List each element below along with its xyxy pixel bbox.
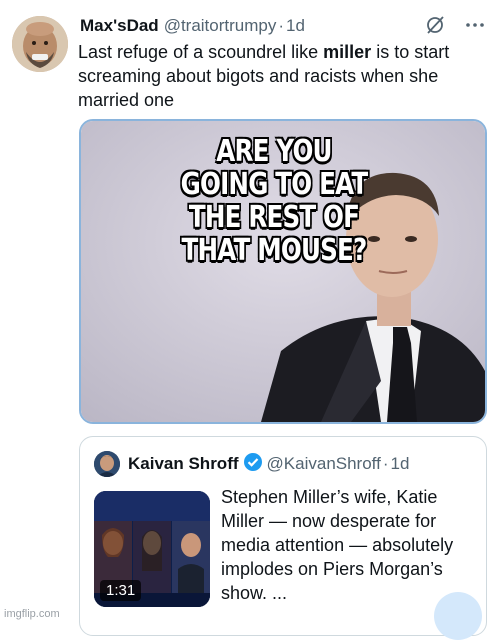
video-duration: 1:31 xyxy=(100,580,142,601)
tweet-text: Last refuge of a scoundrel like miller i… xyxy=(78,40,488,112)
more-icon[interactable] xyxy=(464,14,486,41)
quoted-tweet-header: Kaivan Shroff @KaivanShroff · 1d xyxy=(94,451,409,477)
tweet-image[interactable]: ARE YOU GOING TO EAT THE REST OF THAT MO… xyxy=(79,119,487,424)
quoted-tweet[interactable]: Kaivan Shroff @KaivanShroff · 1d 1:31 St… xyxy=(79,436,487,636)
quoted-author-avatar[interactable] xyxy=(94,451,120,477)
verified-badge-icon xyxy=(243,452,263,477)
tweet-text-start: Last refuge of a scoundrel like xyxy=(78,42,324,62)
tweet[interactable]: Max'sDad @traitortrumpy · 1d Last refuge… xyxy=(0,0,500,640)
grok-icon[interactable] xyxy=(424,14,446,41)
author-handle[interactable]: @traitortrumpy xyxy=(164,16,277,36)
meme-caption: ARE YOU GOING TO EAT THE REST OF THAT MO… xyxy=(180,134,369,268)
quoted-timestamp[interactable]: 1d xyxy=(391,454,410,474)
quoted-author-handle[interactable]: @KaivanShroff xyxy=(267,454,381,474)
author-avatar[interactable] xyxy=(12,16,68,72)
video-thumbnail[interactable]: 1:31 xyxy=(94,491,210,607)
tweet-text-bold: miller xyxy=(323,42,372,62)
quoted-tweet-text: Stephen Miller’s wife, Katie Miller — no… xyxy=(221,487,454,603)
quoted-author-name[interactable]: Kaivan Shroff xyxy=(128,454,239,474)
timestamp[interactable]: 1d xyxy=(286,16,305,36)
quoted-separator: · xyxy=(382,454,389,473)
separator: · xyxy=(278,16,285,35)
floating-action-button[interactable] xyxy=(434,592,482,640)
tweet-header: Max'sDad @traitortrumpy · 1d xyxy=(80,14,486,38)
watermark: imgflip.com xyxy=(4,608,60,620)
author-name[interactable]: Max'sDad xyxy=(80,16,159,36)
